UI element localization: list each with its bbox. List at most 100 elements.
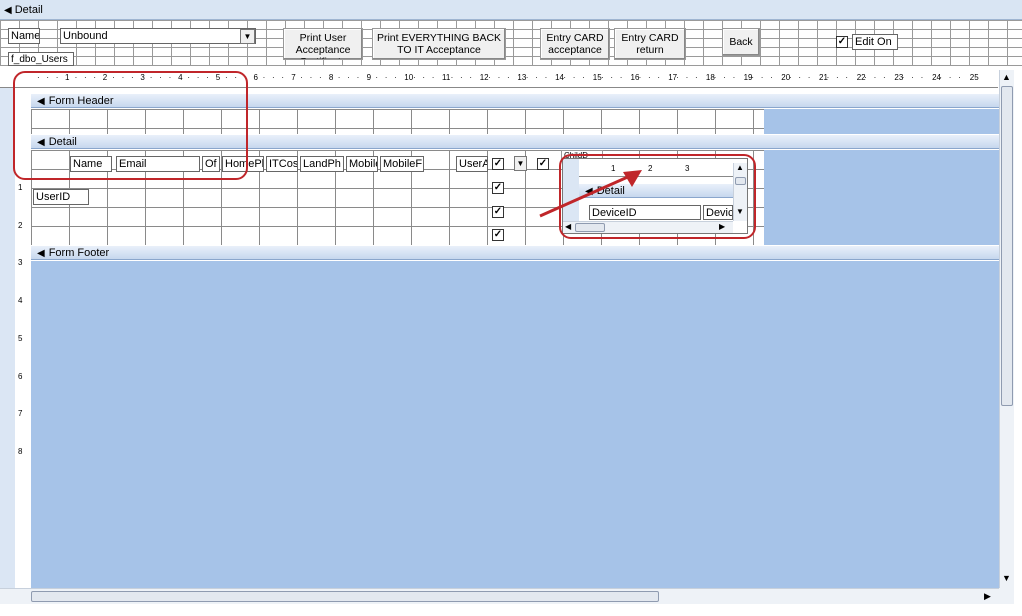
ruler-dot: · <box>375 73 379 82</box>
ruler-dot: · <box>563 73 567 82</box>
print-everything-back-button[interactable]: Print EVERYTHING BACK TO IT Acceptance <box>372 28 506 60</box>
ruler-dot: · <box>450 73 454 82</box>
ruler-dot: · <box>883 73 886 82</box>
edit-on-checkbox[interactable]: ✓ <box>836 36 848 48</box>
ruler-dot: · <box>723 73 726 82</box>
ruler-dot: · <box>413 73 416 82</box>
checkbox-5[interactable]: ✓ <box>492 229 504 241</box>
ruler-dot: · <box>582 73 585 82</box>
scroll-right-icon[interactable]: ▶ <box>984 591 991 602</box>
ruler-tick-label: 10 <box>404 73 414 82</box>
ruler-dot: · <box>911 73 914 82</box>
ruler-dot: · <box>864 73 867 82</box>
scroll-up-icon[interactable]: ▲ <box>1002 72 1011 82</box>
ruler-dot: · <box>638 73 642 82</box>
usera-field[interactable]: UserA <box>456 156 488 172</box>
ruler-dot: · <box>948 73 952 82</box>
annotation-highlight-left <box>13 71 248 180</box>
ruler-tick-label: 9 <box>366 73 372 82</box>
ruler-dot: · <box>544 73 548 82</box>
ruler-dot: · <box>657 73 661 82</box>
ruler-tick-label: 25 <box>969 73 979 82</box>
ruler-dot: · <box>610 73 614 82</box>
main-hscroll-thumb[interactable] <box>31 591 659 602</box>
userid-field[interactable]: UserID <box>33 189 89 205</box>
ruler-dot: · <box>619 73 623 82</box>
ruler-dot: · <box>356 73 360 82</box>
ruler-tick-label: 8 <box>18 446 23 456</box>
entry-card-acceptance-button[interactable]: Entry CARD acceptance <box>540 28 610 60</box>
ruler-dot: · <box>337 73 341 82</box>
ruler-tick-label: 4 <box>18 296 23 306</box>
chevron-down-icon[interactable]: ▼ <box>514 156 527 171</box>
mobile-field[interactable]: Mobile <box>346 156 378 172</box>
ruler-dot: · <box>384 73 388 82</box>
ruler-dot: · <box>572 73 576 82</box>
form-name-label[interactable]: f_dbo_Users <box>8 52 74 66</box>
ruler-dot: · <box>347 73 350 82</box>
ruler-dot: · <box>939 73 943 82</box>
ruler-dot: · <box>535 73 538 82</box>
ruler-tick-label: 7 <box>291 73 296 82</box>
ruler-dot: · <box>394 73 397 82</box>
ruler-dot: · <box>958 73 961 82</box>
ruler-dot: · <box>460 73 463 82</box>
form-footer-bar[interactable]: ◀ Form Footer <box>31 245 999 260</box>
ruler-tick-label: 1 <box>18 183 23 192</box>
form-header-blank-area <box>764 109 999 134</box>
mobilef-field[interactable]: MobileF <box>380 156 424 172</box>
edit-on-label[interactable]: Edit On <box>852 34 898 50</box>
ruler-dot: · <box>676 73 679 82</box>
back-button[interactable]: Back <box>722 28 760 56</box>
ruler-dot: · <box>469 73 473 82</box>
ruler-dot: · <box>760 73 764 82</box>
scroll-down-icon[interactable]: ▼ <box>1002 573 1011 583</box>
ruler-dot: · <box>648 73 651 82</box>
scroll-corner <box>999 588 1014 604</box>
annotation-arrow <box>539 170 642 218</box>
print-user-acceptance-button[interactable]: Print User Acceptance Certificate <box>283 28 363 60</box>
ruler-tick-label: 8 <box>328 73 334 82</box>
window-title-bar: ◀ Detail <box>0 0 1022 20</box>
ruler-tick-label: 6 <box>253 73 258 82</box>
window-title: Detail <box>14 4 43 16</box>
ruler-dot: · <box>845 73 849 82</box>
ruler-dot: · <box>732 73 736 82</box>
ruler-dot: · <box>873 73 877 82</box>
ruler-dot: · <box>685 73 689 82</box>
itcos-field[interactable]: ITCos <box>266 156 298 172</box>
ruler-dot: · <box>281 73 285 82</box>
checkbox-1[interactable]: ✓ <box>492 158 504 170</box>
ruler-tick-label: 2 <box>18 220 23 230</box>
hscroll-left-area[interactable] <box>0 588 31 604</box>
main-hscroll[interactable]: ◀ ▶ <box>5 588 999 604</box>
ruler-dot: · <box>319 73 322 82</box>
checkbox-3[interactable]: ✓ <box>492 182 504 194</box>
section-arrow-icon: ◀ <box>37 248 45 259</box>
main-vscroll[interactable]: ▲ ▼ <box>999 70 1014 588</box>
entry-card-return-button[interactable]: Entry CARD return <box>614 28 686 60</box>
name-combo[interactable]: Unbound <box>60 28 256 44</box>
ruler-tick-label: 5 <box>18 333 23 343</box>
ruler-dot: · <box>422 73 426 82</box>
ruler-tick-label: 11 <box>442 73 451 82</box>
ruler-dot: · <box>525 73 529 82</box>
form-footer-blank-area <box>31 261 999 588</box>
main-vscroll-thumb[interactable] <box>1001 86 1013 406</box>
ruler-tick-label: 6 <box>18 371 23 381</box>
name-label[interactable]: Name <box>8 28 40 44</box>
landph-field[interactable]: LandPh <box>300 156 344 172</box>
ruler-dot: · <box>901 73 905 82</box>
ruler-tick-label: 7 <box>18 409 23 419</box>
checkbox-4[interactable]: ✓ <box>492 206 504 218</box>
ruler-dot: · <box>431 73 435 82</box>
ruler-dot: · <box>507 73 510 82</box>
ruler-dot: · <box>920 73 924 82</box>
ruler-dot: · <box>497 73 501 82</box>
ruler-dot: · <box>751 73 755 82</box>
ruler-dot: · <box>713 73 717 82</box>
ruler-dot: · <box>262 73 266 82</box>
ruler-dot: · <box>807 73 811 82</box>
ruler-dot: · <box>488 73 491 82</box>
chevron-down-icon[interactable]: ▼ <box>240 29 255 44</box>
